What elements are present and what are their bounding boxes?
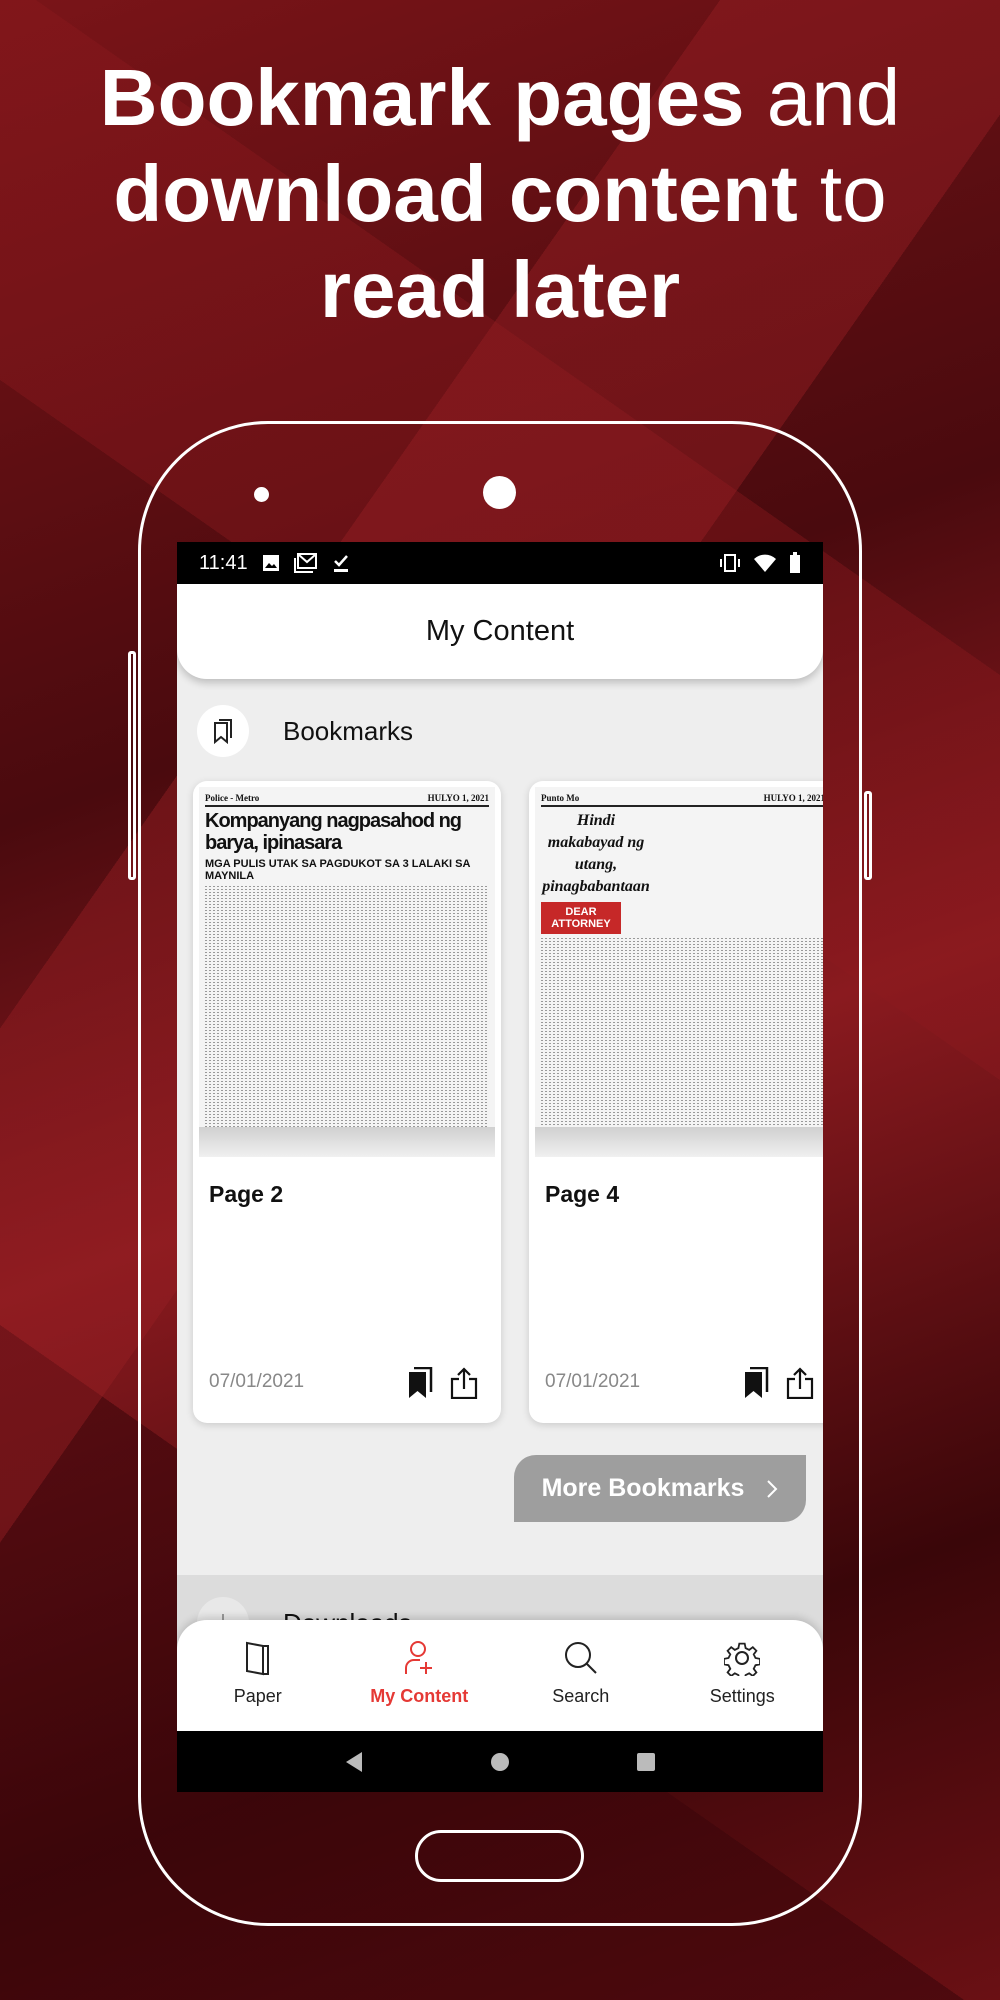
download-done-icon <box>333 555 348 572</box>
app-screen: 11:41 My Content Bookmarks Police - Metr… <box>177 542 823 1792</box>
page-title: My Content <box>425 615 575 647</box>
user-add-icon <box>405 1641 433 1674</box>
phone-home-button <box>415 1830 584 1882</box>
nav-settings[interactable]: Settings <box>662 1620 824 1731</box>
status-time: 11:41 <box>199 551 248 574</box>
newspaper-headline: Hindi makabayad ng utang, pinagbabantaan <box>542 812 650 895</box>
bottom-nav: Paper My Content Search Settings <box>177 1620 823 1731</box>
nav-paper[interactable]: Paper <box>177 1620 339 1731</box>
phone-camera <box>483 476 516 509</box>
promo-headline: Bookmark pages and download content to r… <box>99 53 901 334</box>
more-bookmarks-button[interactable]: More Bookmarks <box>514 1455 806 1522</box>
status-bar: 11:41 <box>177 542 823 584</box>
bookmark-filled-icon[interactable] <box>407 1367 433 1399</box>
bookmark-filled-icon[interactable] <box>743 1367 769 1399</box>
battery-icon <box>790 552 800 573</box>
image-icon <box>262 555 279 571</box>
home-icon[interactable] <box>489 1751 511 1773</box>
nav-search[interactable]: Search <box>500 1620 662 1731</box>
page-thumbnail[interactable]: Punto Mo HULYO 1, 2021 Hindi makabayad ng… <box>535 787 823 1157</box>
gmail-icon <box>293 553 317 573</box>
chevron-right-icon <box>767 1479 778 1498</box>
newspaper-headline: Kompanyang nagpasahod ng barya, ipinasar… <box>205 810 462 854</box>
page-thumbnail[interactable]: Police - Metro HULYO 1, 2021 Kompanyang n… <box>199 787 495 1157</box>
bookmarks-section-header: Bookmarks <box>197 705 413 757</box>
wifi-icon <box>754 554 776 572</box>
search-icon <box>564 1642 597 1674</box>
bookmark-date: 07/01/2021 <box>545 1371 641 1392</box>
phone-side-button <box>128 651 136 880</box>
newspaper-subheadline: MGA PULIS UTAK SA PAGDUKOT SA 3 LALAKI S… <box>205 858 471 882</box>
newspaper-subheadline: DEAR ATTORNEY <box>541 902 621 934</box>
paper-icon <box>245 1641 269 1676</box>
gear-icon <box>724 1642 761 1676</box>
bookmarks-title: Bookmarks <box>283 715 414 746</box>
bookmarks-icon <box>197 705 249 757</box>
share-icon[interactable] <box>449 1367 479 1399</box>
page-label: Page 4 <box>545 1181 620 1207</box>
phone-side-button <box>864 791 872 880</box>
vibrate-icon <box>720 554 740 572</box>
nav-my-content[interactable]: My Content <box>339 1620 501 1731</box>
bookmark-card[interactable]: Punto Mo HULYO 1, 2021 Hindi makabayad ng… <box>529 781 823 1423</box>
share-icon[interactable] <box>785 1367 815 1399</box>
bookmark-date: 07/01/2021 <box>209 1371 305 1392</box>
phone-sensor <box>254 487 269 502</box>
back-icon[interactable] <box>344 1751 364 1773</box>
bookmark-card[interactable]: Police - Metro HULYO 1, 2021 Kompanyang n… <box>193 781 501 1423</box>
recents-icon[interactable] <box>636 1752 656 1772</box>
system-nav-bar <box>177 1731 823 1792</box>
page-label: Page 2 <box>209 1181 284 1207</box>
page-header: My Content <box>177 584 823 679</box>
